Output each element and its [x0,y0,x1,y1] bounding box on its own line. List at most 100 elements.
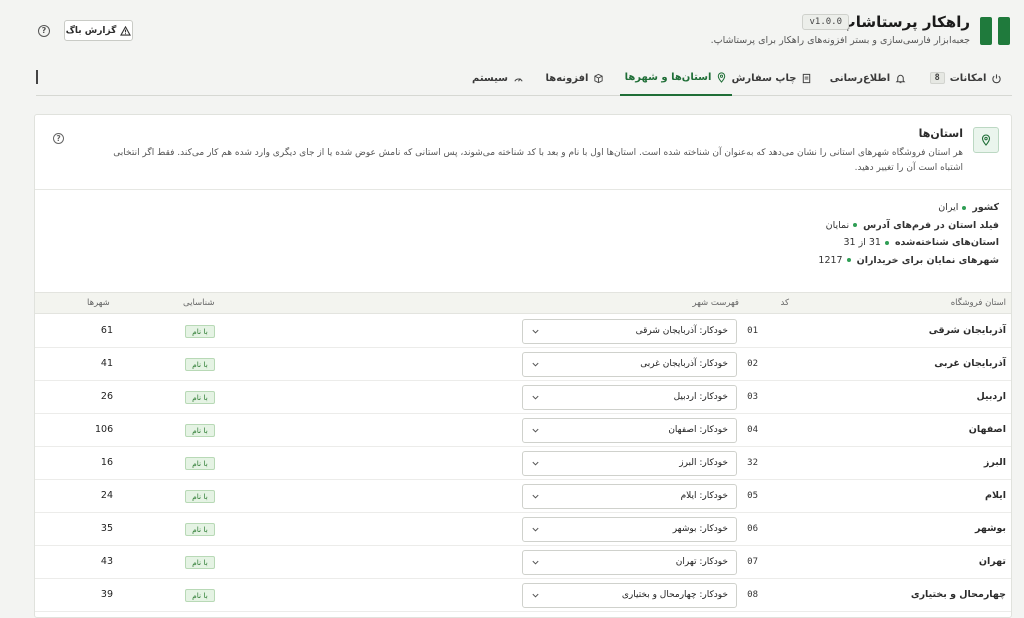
recognition-badge: با نام [185,325,215,338]
summary-item: کشور ایران [938,202,999,214]
col-state: استان فروشگاه [950,298,1006,308]
bug-report-button[interactable]: گزارش باگ [64,20,133,41]
bell-icon [895,74,906,83]
summary-list: کشور ایران فیلد استان در فرم‌های آدرس نمای… [699,199,999,269]
city-count: 35 [100,523,113,534]
city-list-select[interactable]: خودکار: البرز [522,451,737,476]
bug-report-label: گزارش باگ [65,25,117,36]
map-pin-icon [981,134,991,146]
city-list-select[interactable]: خودکار: چهارمحال و بختیاری [522,583,737,608]
chevron-down-icon [532,527,539,532]
table-row: چهارمحال و بختیاری 08 خودکار: چهارمحال و ب… [35,579,1011,612]
table-header: استان فروشگاه کد فهرست شهر شناسایی شهرها [35,292,1011,314]
city-list-select[interactable]: خودکار: اصفهان [522,418,737,443]
table-row: آذربایجان غربی 02 خودکار: آذربایجان غربی با… [35,348,1011,381]
state-code: 04 [747,425,758,435]
sidebar-toggle-handle[interactable] [36,70,38,84]
city-list-select[interactable]: خودکار: ایلام [522,484,737,509]
recognition-badge: با نام [185,556,215,569]
state-code: 07 [747,557,758,567]
states-card: استان‌ها هر استان فروشگاه شهرهای استانی … [34,114,1012,618]
city-list-select[interactable]: خودکار: آذربایجان شرقی [522,319,737,344]
tab-features[interactable]: امکانات 8 [920,60,1012,96]
recognition-badge: با نام [185,490,215,503]
tab-system[interactable]: سیستم [466,60,530,96]
chevron-down-icon [532,461,539,466]
chevron-down-icon [532,362,539,367]
city-list-value: خودکار: آذربایجان شرقی [635,326,728,336]
city-count: 26 [100,391,113,402]
summary-item: فیلد استان در فرم‌های آدرس نمایان [825,219,999,231]
main-tabs: امکانات 8 اطلاع‌رسانی چاپ سفارش استان‌ها… [36,60,1012,96]
city-list-select[interactable]: خودکار: آذربایجان غربی [522,352,737,377]
city-count: 106 [95,424,114,435]
table-row: ایلام 05 خودکار: ایلام با نام 24 [35,480,1011,513]
city-list-select[interactable]: خودکار: بوشهر [522,517,737,542]
table-row: البرز 32 خودکار: البرز با نام 16 [35,447,1011,480]
chevron-down-icon [532,395,539,400]
city-list-value: خودکار: آذربایجان غربی [640,359,728,369]
status-dot [962,205,967,210]
chevron-down-icon [532,494,539,499]
chevron-down-icon [532,428,539,433]
document-icon [803,73,811,83]
chevron-down-icon [532,560,539,565]
city-count: 16 [100,457,113,468]
state-code: 05 [747,491,758,501]
recognition-badge: با نام [185,424,215,437]
help-circle-icon[interactable]: ? [53,133,64,144]
recognition-badge: با نام [185,358,215,371]
city-list-value: خودکار: تهران [675,557,728,567]
city-count: 24 [100,490,113,501]
city-count: 43 [100,556,113,567]
table-row: آذربایجان شرقی 01 خودکار: آذربایجان شرقی با… [35,315,1011,348]
recognition-badge: با نام [185,589,215,602]
tab-print-order[interactable]: چاپ سفارش [728,60,816,96]
help-circle-icon[interactable]: ? [38,25,50,37]
section-title: استان‌ها [918,127,963,140]
col-cities: شهرها [87,298,110,308]
city-list-select[interactable]: خودکار: اردبیل [522,385,737,410]
recognition-badge: با نام [185,391,215,404]
chevron-down-icon [532,329,539,334]
city-list-value: خودکار: اصفهان [668,425,728,435]
state-code: 02 [747,359,758,369]
summary-item: شهرهای نمایان برای خریداران 1217 [818,254,999,266]
summary-item: استان‌های شناخته‌شده 31 از 31 [843,237,999,249]
app-title: راهکار پرستاشاپ [840,13,970,31]
tab-states-cities[interactable]: استان‌ها و شهرها [620,60,732,96]
city-count: 41 [100,358,113,369]
tab-notifications[interactable]: اطلاع‌رسانی [828,60,908,96]
state-code: 08 [747,590,758,600]
city-list-value: خودکار: چهارمحال و بختیاری [621,590,728,600]
state-name: اردبیل [976,391,1006,402]
city-list-value: خودکار: اردبیل [673,392,728,402]
state-name: چهارمحال و بختیاری [910,589,1006,600]
state-name: بوشهر [974,523,1006,534]
tab-features-count: 8 [929,72,945,84]
section-icon-box [973,127,999,153]
table-row: بوشهر 06 خودکار: بوشهر با نام 35 [35,513,1011,546]
state-code: 06 [747,524,758,534]
state-code: 01 [747,326,758,336]
table-row: اصفهان 04 خودکار: اصفهان با نام 106 [35,414,1011,447]
city-list-value: خودکار: البرز [679,458,728,468]
city-list-select[interactable]: خودکار: تهران [522,550,737,575]
tab-plugins[interactable]: افزونه‌ها [540,60,610,96]
app-logo [980,17,1010,47]
state-name: اصفهان [968,424,1006,435]
state-code: 03 [747,392,758,402]
col-recognition: شناسایی [183,298,215,308]
gauge-icon [514,77,523,82]
state-name: البرز [983,457,1006,468]
power-icon [992,73,1002,83]
state-name: آذربایجان شرقی [928,325,1006,336]
state-code: 32 [747,458,758,468]
status-dot [853,223,858,228]
recognition-badge: با نام [185,457,215,470]
city-list-value: خودکار: ایلام [680,491,728,501]
state-name: آذربایجان غربی [934,358,1006,369]
col-code: کد [780,298,789,308]
chevron-down-icon [532,593,539,598]
app-subtitle: جعبه‌ابزار فارسی‌سازی و بستر افزونه‌های … [710,35,970,46]
